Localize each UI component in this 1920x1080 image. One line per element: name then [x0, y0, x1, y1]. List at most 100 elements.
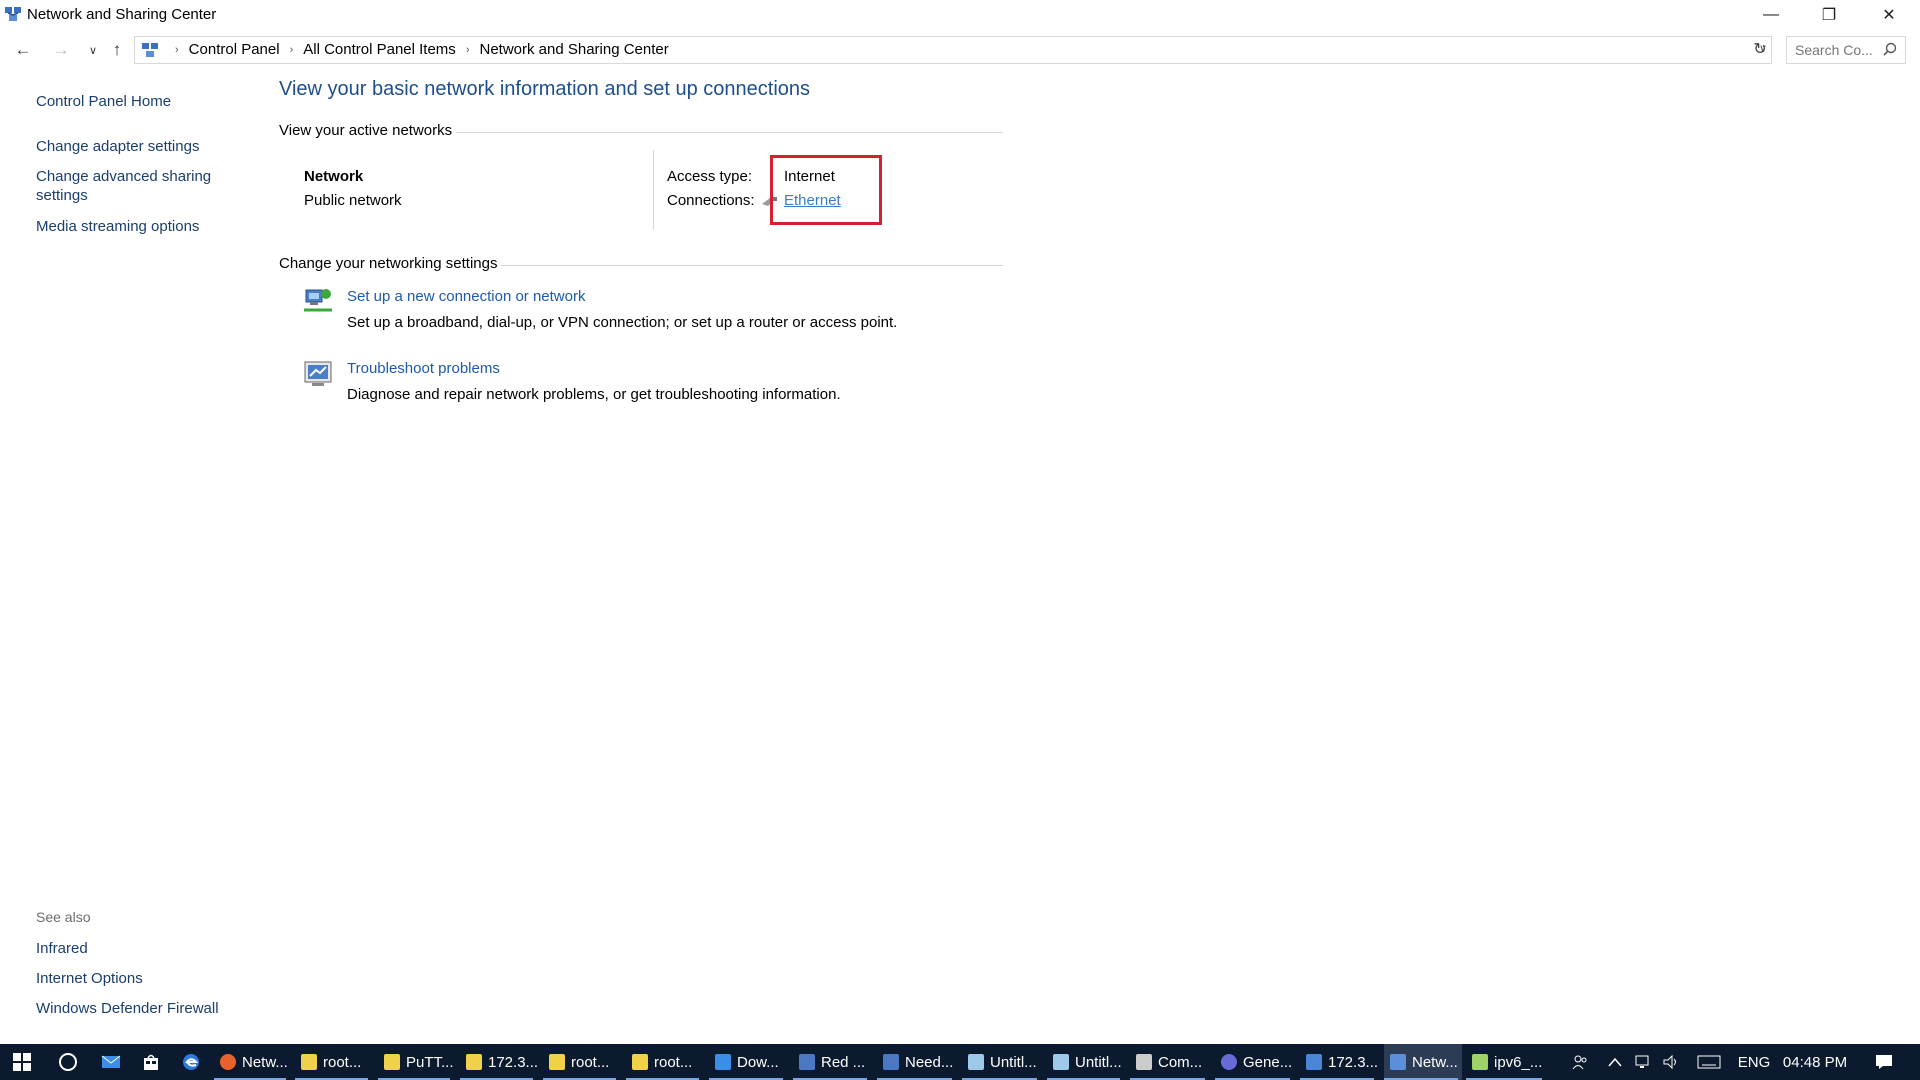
people-icon	[1572, 1055, 1587, 1070]
notepad-icon	[968, 1054, 984, 1070]
remote-desktop-icon	[1306, 1054, 1322, 1070]
volume-button[interactable]	[1658, 1044, 1684, 1080]
breadcrumb-separator[interactable]: ›	[290, 44, 294, 56]
taskbar-app-button[interactable]: root...	[543, 1044, 620, 1080]
up-button[interactable]: ↑	[104, 38, 130, 62]
taskbar-app-button[interactable]: PuTT...	[378, 1044, 454, 1080]
refresh-button[interactable]: ↻	[1748, 37, 1772, 61]
breadcrumb-control-panel[interactable]: Control Panel	[189, 41, 280, 58]
connections-label: Connections:	[667, 192, 755, 209]
edge-icon	[183, 1054, 199, 1070]
edge-pinned-button[interactable]	[172, 1044, 210, 1080]
internet-options-link[interactable]: Internet Options	[36, 969, 236, 988]
taskbar-app-button[interactable]: Netw...	[214, 1044, 290, 1080]
control-panel-home-link[interactable]: Control Panel Home	[36, 92, 236, 111]
taskbar-app-button[interactable]: 172.3...	[460, 1044, 537, 1080]
word-icon	[799, 1054, 815, 1070]
new-connection-icon	[304, 289, 332, 312]
breadcrumb-all-items[interactable]: All Control Panel Items	[303, 41, 456, 58]
back-button[interactable]: ←	[10, 38, 36, 62]
change-settings-header: Change your networking settings	[279, 255, 498, 272]
taskbar-app-button[interactable]: Untitl...	[962, 1044, 1041, 1080]
taskbar-app-button[interactable]: Gene...	[1215, 1044, 1294, 1080]
mail-pinned-button[interactable]	[92, 1044, 130, 1080]
troubleshoot-problems-description: Diagnose and repair network problems, or…	[347, 386, 841, 403]
breadcrumb-separator[interactable]: ›	[466, 44, 470, 56]
people-button[interactable]	[1566, 1044, 1594, 1080]
taskbar-app-button[interactable]: Com...	[1130, 1044, 1209, 1080]
action-center-button[interactable]	[1866, 1044, 1902, 1080]
taskbar-app-button[interactable]: Red ...	[793, 1044, 871, 1080]
taskbar-app-label: Netw...	[242, 1053, 288, 1071]
taskbar: Netw... root... PuTT... 172.3... root... root…	[0, 1044, 1920, 1080]
cmd-icon	[1136, 1054, 1152, 1070]
taskbar-app-button[interactable]: Dow...	[709, 1044, 787, 1080]
taskbar-app-button[interactable]: Netw...	[1384, 1044, 1462, 1080]
download-icon	[715, 1054, 731, 1070]
input-language-indicator[interactable]: ENG	[1734, 1044, 1774, 1080]
search-input[interactable]	[1795, 37, 1885, 63]
access-type-label: Access type:	[667, 168, 753, 185]
windows-defender-firewall-link[interactable]: Windows Defender Firewall	[36, 999, 236, 1018]
firefox-icon	[220, 1054, 236, 1070]
windows-logo-icon	[13, 1053, 31, 1071]
vertical-divider	[653, 150, 654, 230]
taskbar-app-label: Need...	[905, 1053, 954, 1071]
media-streaming-options-link[interactable]: Media streaming options	[36, 217, 236, 236]
forward-button[interactable]: →	[48, 38, 74, 62]
taskbar-app-label: root...	[654, 1053, 693, 1071]
taskbar-app-button[interactable]: root...	[626, 1044, 703, 1080]
network-category: Public network	[304, 192, 402, 209]
start-button[interactable]	[0, 1044, 44, 1080]
network-tray-icon	[1635, 1055, 1649, 1068]
taskbar-app-label: ipv6_...	[1494, 1053, 1543, 1071]
network-tray-button[interactable]	[1630, 1044, 1656, 1080]
taskbar-app-button[interactable]: ipv6_...	[1466, 1044, 1546, 1080]
putty-icon	[632, 1054, 648, 1070]
taskbar-app-button[interactable]: Need...	[877, 1044, 956, 1080]
network-name: Network	[304, 168, 364, 185]
search-icon[interactable]	[1883, 42, 1897, 56]
left-pane: Control Panel Home Change adapter settin…	[0, 68, 260, 1044]
taskbar-app-button[interactable]: 172.3...	[1300, 1044, 1378, 1080]
change-advanced-sharing-link[interactable]: Change advanced sharing settings	[36, 167, 226, 205]
highlight-annotation-box	[770, 155, 882, 225]
breadcrumb-network-center[interactable]: Network and Sharing Center	[479, 41, 668, 58]
network-center-icon	[1390, 1054, 1406, 1070]
section-divider	[456, 132, 1003, 133]
touch-keyboard-button[interactable]	[1692, 1044, 1726, 1080]
store-icon	[144, 1054, 158, 1070]
taskbar-app-button[interactable]: root...	[295, 1044, 372, 1080]
putty-icon	[301, 1054, 317, 1070]
close-button[interactable]: ✕	[1858, 0, 1920, 30]
taskbar-app-label: root...	[571, 1053, 610, 1071]
window-title: Network and Sharing Center	[27, 6, 217, 23]
word-icon	[883, 1054, 899, 1070]
show-hidden-icons-button[interactable]	[1602, 1044, 1628, 1080]
setup-new-connection-link[interactable]: Set up a new connection or network	[347, 288, 585, 305]
keyboard-icon	[1697, 1055, 1721, 1069]
infrared-link[interactable]: Infrared	[36, 939, 236, 958]
taskbar-app-label: Com...	[1158, 1053, 1203, 1071]
change-adapter-settings-link[interactable]: Change adapter settings	[36, 137, 236, 156]
search-box[interactable]	[1786, 36, 1906, 64]
restore-button[interactable]: ❐	[1800, 0, 1858, 30]
taskbar-app-label: Gene...	[1243, 1053, 1293, 1071]
taskbar-app-label: Netw...	[1412, 1053, 1458, 1071]
recent-locations-button[interactable]: ∨	[80, 38, 106, 62]
minimize-button[interactable]: —	[1742, 0, 1800, 30]
troubleshoot-problems-link[interactable]: Troubleshoot problems	[347, 360, 500, 377]
volume-icon	[1663, 1054, 1676, 1070]
taskbar-app-button[interactable]: Untitl...	[1047, 1044, 1124, 1080]
breadcrumb: › Control Panel › All Control Panel Item…	[165, 41, 669, 58]
cortana-search-button[interactable]	[48, 1044, 88, 1080]
putty-icon	[549, 1054, 565, 1070]
navigation-bar: ← → ∨ ↑ › Control Panel › All Control Pa…	[0, 34, 1920, 66]
clock[interactable]: 04:48 PM	[1778, 1044, 1852, 1080]
address-bar[interactable]: › Control Panel › All Control Panel Item…	[134, 36, 1772, 64]
taskbar-app-label: root...	[323, 1053, 362, 1071]
taskbar-app-label: PuTT...	[406, 1053, 454, 1071]
setup-new-connection-description: Set up a broadband, dial-up, or VPN conn…	[347, 314, 898, 331]
store-pinned-button[interactable]	[132, 1044, 170, 1080]
cortana-circle-icon	[59, 1053, 77, 1071]
